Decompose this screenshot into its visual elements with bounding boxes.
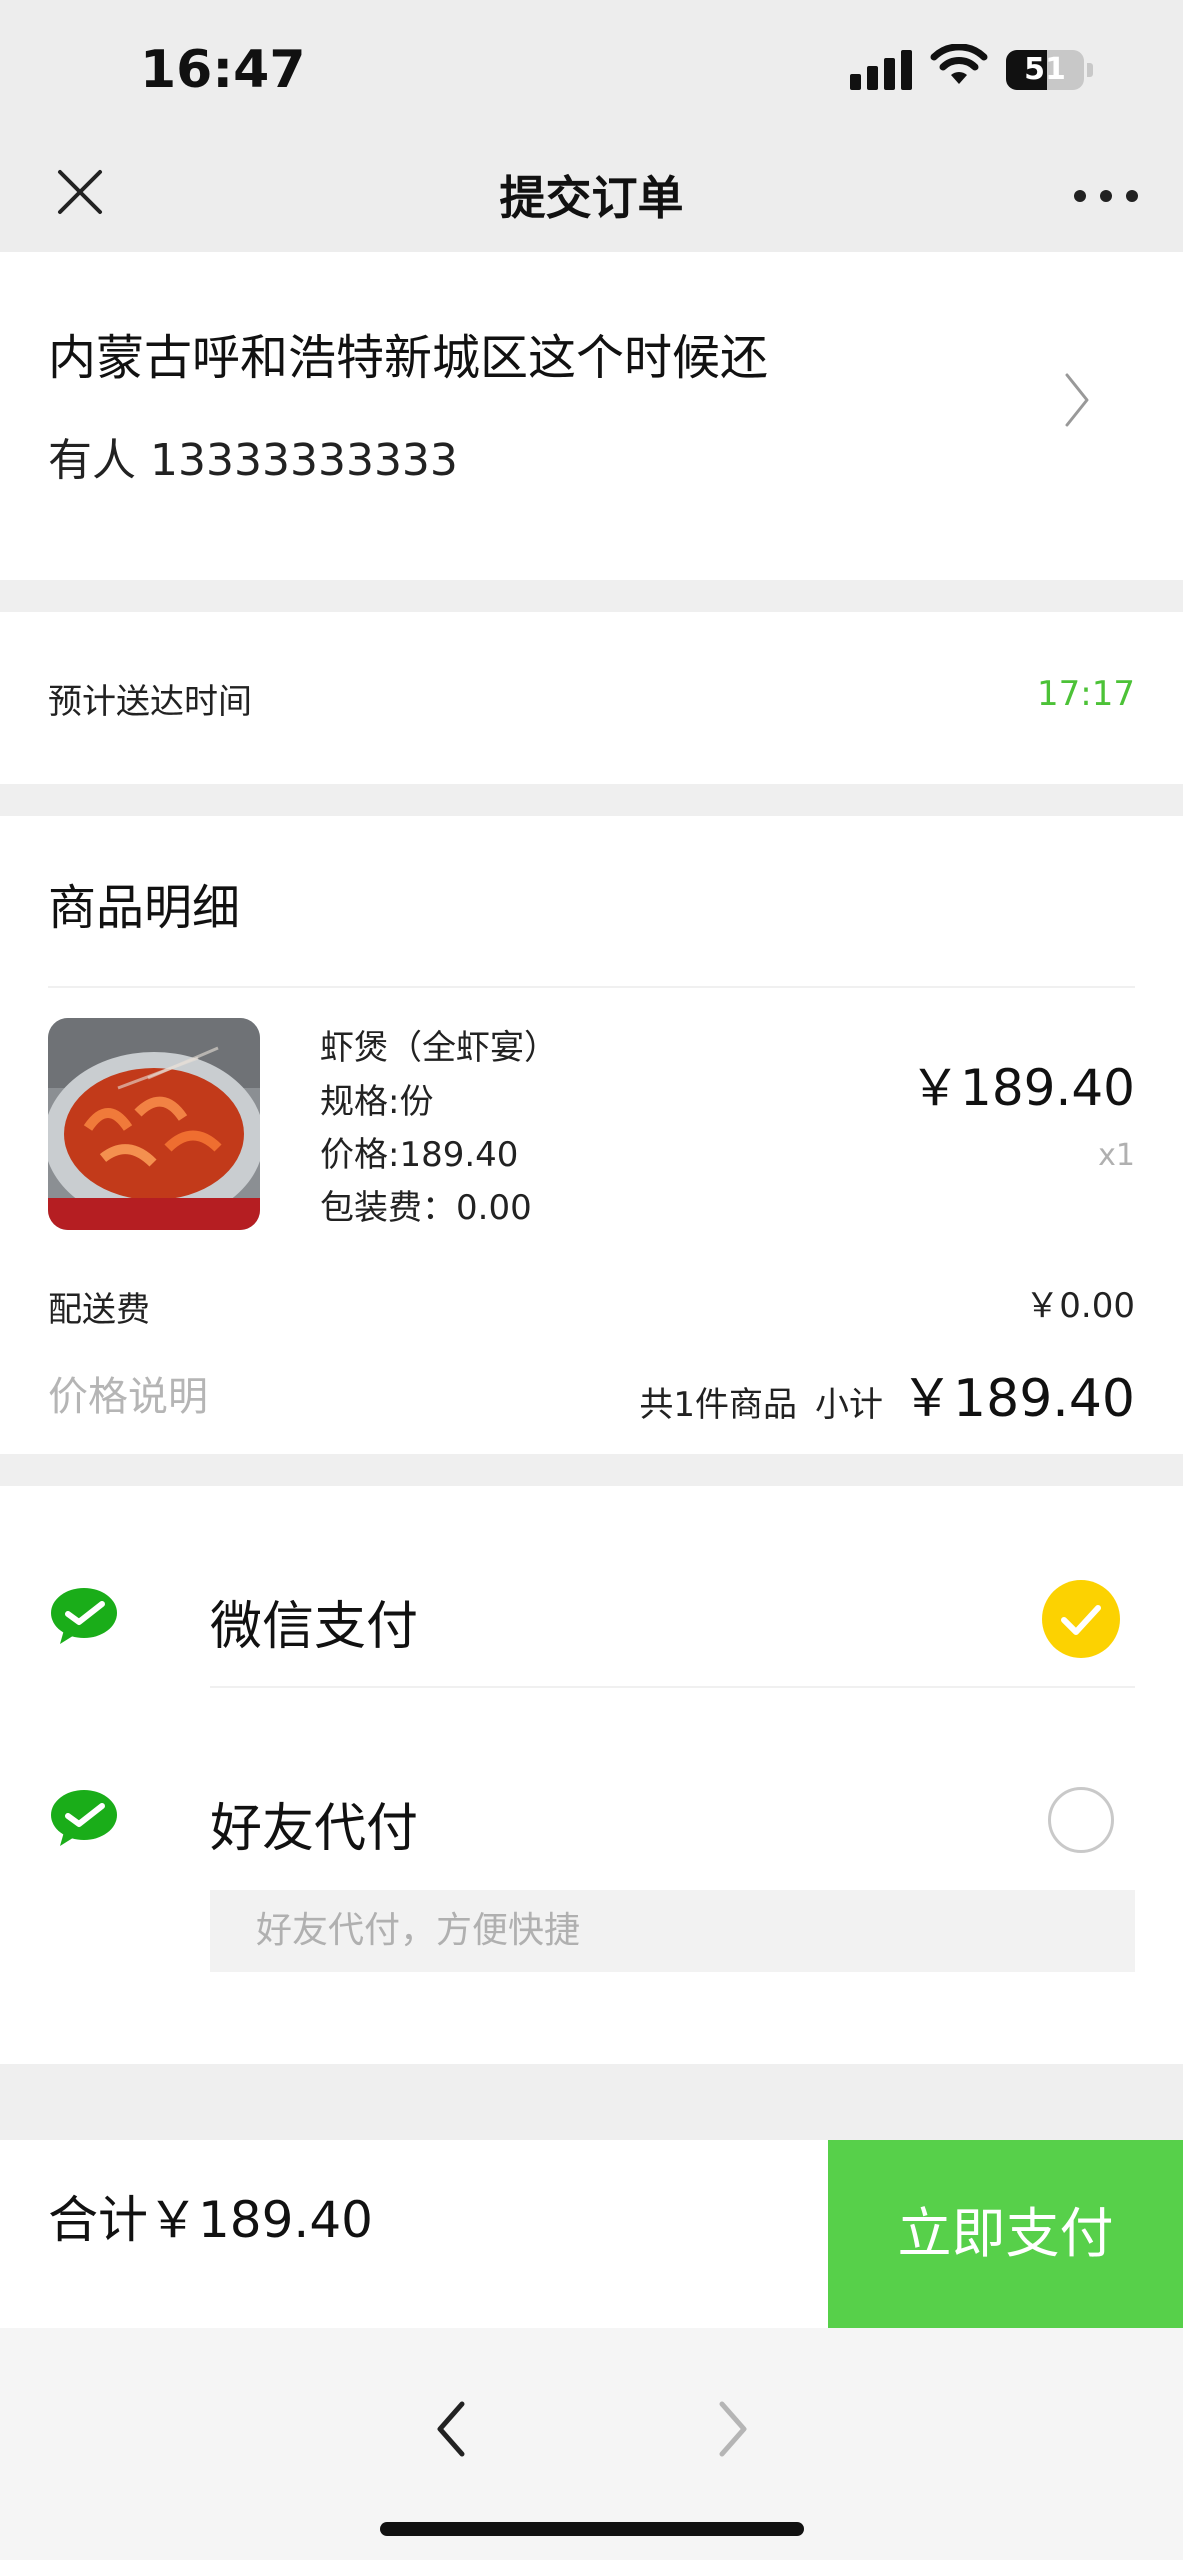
payment-label-wechat: 微信支付	[210, 1597, 419, 1657]
contact-info: 有人 13333333333	[48, 435, 458, 486]
divider	[210, 1686, 1135, 1688]
status-bar: 16:47 51	[0, 0, 1183, 140]
order-items-card: 商品明细 虾煲（全虾宴） 规格:份 价格:189.40 包装费：0.00 ￥18…	[0, 816, 1183, 1454]
nav-bar: 提交订单	[0, 140, 1183, 252]
check-icon	[1061, 1605, 1101, 1635]
status-time: 16:47	[140, 40, 306, 100]
browser-nav-bar	[0, 2328, 1183, 2560]
checkout-bar: 合计￥189.40 立即支付	[0, 2140, 1183, 2328]
wechat-pay-icon	[51, 1588, 117, 1644]
wifi-icon	[930, 44, 988, 84]
product-name: 虾煲（全虾宴）	[320, 1028, 558, 1068]
chevron-right-icon[interactable]	[1062, 370, 1092, 430]
eta-time: 17:17	[1037, 674, 1135, 714]
section-title: 商品明细	[48, 880, 241, 936]
delivery-fee-value: ￥0.00	[1025, 1286, 1135, 1326]
product-quantity: x1	[1098, 1138, 1135, 1173]
payment-label-friend: 好友代付	[210, 1799, 419, 1859]
forward-arrow-icon[interactable]	[710, 2394, 754, 2464]
product-price: ￥189.40	[910, 1059, 1135, 1117]
subtotal-row: 共1件商品 小计 ￥189.40	[639, 1356, 1135, 1431]
price-note-link[interactable]: 价格说明	[48, 1364, 208, 1422]
order-total: 合计￥189.40	[48, 2191, 373, 2249]
address-card[interactable]: 内蒙古呼和浩特新城区这个时候还 有人 13333333333	[0, 252, 1183, 580]
battery-icon: 51	[1006, 50, 1084, 90]
battery-level: 51	[1024, 52, 1066, 87]
product-spec: 规格:份	[320, 1082, 434, 1122]
selected-check[interactable]	[1042, 1580, 1120, 1658]
unselected-radio[interactable]	[1048, 1787, 1114, 1853]
back-arrow-icon[interactable]	[430, 2394, 474, 2464]
product-image	[48, 1018, 260, 1230]
signal-icon	[850, 48, 914, 90]
product-packaging-fee: 包装费：0.00	[320, 1188, 532, 1228]
page-title: 提交订单	[499, 171, 684, 225]
more-icon[interactable]	[1070, 184, 1142, 208]
payment-card: 微信支付 好友代付 好友代付，方便快捷	[0, 1486, 1183, 2064]
delivery-address: 内蒙古呼和浩特新城区这个时候还	[48, 330, 769, 386]
home-indicator	[380, 2522, 804, 2536]
item-count: 共1件商品	[639, 1385, 798, 1425]
friend-pay-message-input[interactable]: 好友代付，方便快捷	[210, 1890, 1135, 1972]
subtotal-label: 小计	[815, 1385, 884, 1425]
divider	[48, 986, 1135, 988]
wechat-pay-icon	[51, 1790, 117, 1846]
delivery-fee-label: 配送费	[48, 1290, 150, 1330]
eta-label: 预计送达时间	[48, 682, 252, 722]
subtotal-amount: ￥189.40	[901, 1369, 1135, 1429]
delivery-time-card: 预计送达时间 17:17	[0, 612, 1183, 784]
pay-now-button[interactable]: 立即支付	[828, 2140, 1183, 2328]
product-unit-price: 价格:189.40	[320, 1135, 519, 1175]
